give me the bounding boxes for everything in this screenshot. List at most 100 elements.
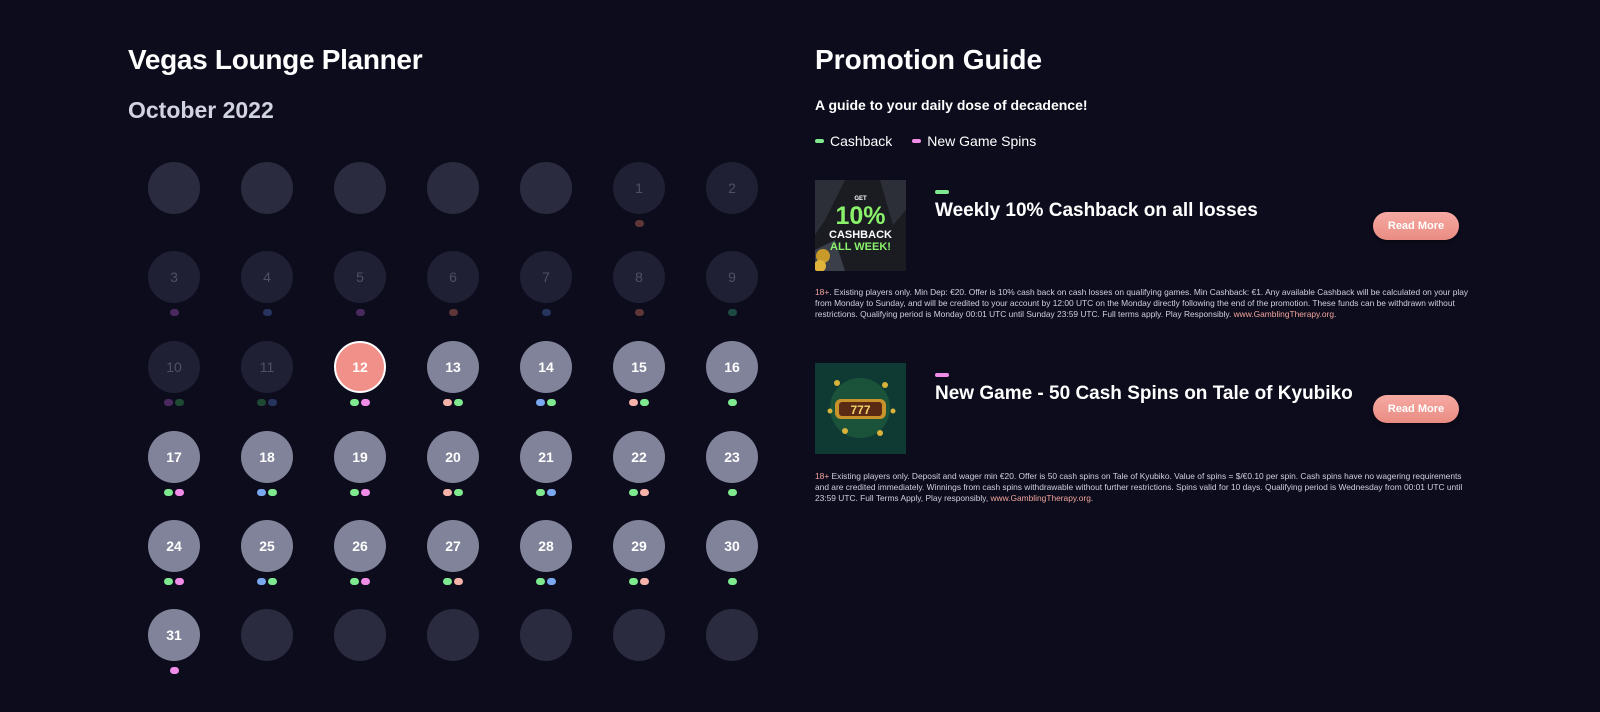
promo-dot	[350, 578, 359, 585]
promo-dot	[547, 489, 556, 496]
promo-dot	[361, 399, 370, 406]
terms-text: Existing players only. Deposit and wager…	[815, 471, 1463, 503]
terms-age-badge: 18+	[815, 287, 830, 297]
calendar-day-promo-dots	[427, 578, 479, 586]
promo-dot	[169, 667, 179, 674]
gambling-therapy-link[interactable]: www.GamblingTherapy.org	[990, 493, 1090, 503]
legend-swatch-cashback	[815, 139, 824, 143]
calendar-day-29[interactable]: 29	[613, 520, 665, 572]
calendar-day-2[interactable]: 2	[706, 162, 758, 214]
calendar-day-7[interactable]: 7	[520, 251, 572, 303]
calendar-day-5[interactable]: 5	[334, 251, 386, 303]
promo-dot	[268, 489, 277, 496]
promo-dot	[257, 399, 266, 406]
promo-title-new-game[interactable]: New Game - 50 Cash Spins on Tale of Kyub…	[935, 383, 1353, 405]
promo-dot	[454, 399, 463, 406]
promo-dot	[268, 578, 277, 585]
calendar-day-empty	[148, 162, 200, 214]
calendar-day-30[interactable]: 30	[706, 520, 758, 572]
promo-dot	[175, 489, 184, 496]
promo-image-reel: 777	[850, 403, 870, 417]
calendar-day-9[interactable]: 9	[706, 251, 758, 303]
promo-dot	[164, 399, 173, 406]
read-more-button-new-game[interactable]: Read More	[1373, 395, 1459, 423]
calendar-day-promo-dots	[613, 399, 665, 407]
calendar-day-27[interactable]: 27	[427, 520, 479, 572]
promo-dot	[541, 309, 551, 316]
legend-label-cashback: Cashback	[830, 133, 893, 149]
calendar-day-13[interactable]: 13	[427, 341, 479, 393]
calendar-day-promo-dots	[148, 399, 200, 407]
promo-image-new-game: 777	[815, 363, 906, 454]
legend-item-cashback: Cashback	[815, 133, 892, 149]
calendar-day-21[interactable]: 21	[520, 431, 572, 483]
calendar-day-17[interactable]: 17	[148, 431, 200, 483]
promo-dot	[634, 309, 644, 316]
promo-dot	[629, 578, 638, 585]
promo-title-cashback[interactable]: Weekly 10% Cashback on all losses	[935, 200, 1258, 222]
promo-dot	[454, 489, 463, 496]
promo-image-text-all-week: ALL WEEK!	[830, 241, 891, 253]
calendar-day-promo-dots	[334, 399, 386, 407]
calendar-day-promo-dots	[706, 489, 758, 497]
calendar-day-empty	[706, 609, 758, 661]
calendar-day-promo-dots	[148, 489, 200, 497]
calendar-day-promo-dots	[241, 309, 293, 317]
calendar-day-3[interactable]: 3	[148, 251, 200, 303]
promo-dot	[355, 309, 365, 316]
calendar-day-22[interactable]: 22	[613, 431, 665, 483]
calendar-day-promo-dots	[334, 309, 386, 317]
promo-dot	[727, 578, 737, 585]
calendar-day-23[interactable]: 23	[706, 431, 758, 483]
promo-image-text-cashback: CASHBACK	[829, 229, 892, 241]
calendar-day-15[interactable]: 15	[613, 341, 665, 393]
calendar-day-26[interactable]: 26	[334, 520, 386, 572]
calendar-day-18[interactable]: 18	[241, 431, 293, 483]
calendar-day-promo-dots	[148, 667, 200, 675]
calendar-day-11[interactable]: 11	[241, 341, 293, 393]
promo-image-text-percent: 10%	[835, 202, 885, 230]
promo-tag-cashback	[935, 190, 949, 194]
calendar-day-empty	[334, 162, 386, 214]
promo-tag-new-game	[935, 373, 949, 377]
calendar-day-10[interactable]: 10	[148, 341, 200, 393]
promo-dot	[727, 489, 737, 496]
calendar-day-20[interactable]: 20	[427, 431, 479, 483]
calendar-day-1[interactable]: 1	[613, 162, 665, 214]
calendar-day-promo-dots	[520, 309, 572, 317]
promo-dot	[257, 489, 266, 496]
promo-dot	[175, 399, 184, 406]
calendar-day-28[interactable]: 28	[520, 520, 572, 572]
calendar-day-19[interactable]: 19	[334, 431, 386, 483]
calendar-day-promo-dots	[241, 578, 293, 586]
promo-dot	[547, 399, 556, 406]
calendar-day-promo-dots	[427, 489, 479, 497]
gambling-therapy-link[interactable]: www.GamblingTherapy.org	[1234, 309, 1334, 319]
promo-dot	[169, 309, 179, 316]
legend-item-new-game-spins: New Game Spins	[912, 133, 1036, 149]
read-more-button-cashback[interactable]: Read More	[1373, 212, 1459, 240]
calendar-day-promo-dots	[427, 309, 479, 317]
calendar-day-31[interactable]: 31	[148, 609, 200, 661]
calendar-day-12[interactable]: 12	[334, 341, 386, 393]
calendar-day-8[interactable]: 8	[613, 251, 665, 303]
terms-age-badge: 18+	[815, 471, 830, 481]
promo-dot	[443, 578, 452, 585]
promo-dot	[536, 489, 545, 496]
promo-dot	[443, 399, 452, 406]
calendar-day-14[interactable]: 14	[520, 341, 572, 393]
promo-dot	[536, 578, 545, 585]
promo-dot	[536, 399, 545, 406]
calendar-day-4[interactable]: 4	[241, 251, 293, 303]
promo-dot	[454, 578, 463, 585]
promo-terms-cashback: 18+. Existing players only. Min Dep: €20…	[815, 287, 1475, 320]
calendar-day-24[interactable]: 24	[148, 520, 200, 572]
calendar-day-16[interactable]: 16	[706, 341, 758, 393]
promo-dot	[448, 309, 458, 316]
calendar-day-25[interactable]: 25	[241, 520, 293, 572]
planner-title: Vegas Lounge Planner	[128, 44, 423, 75]
calendar-day-promo-dots	[148, 578, 200, 586]
guide-title: Promotion Guide	[815, 44, 1043, 75]
promo-terms-new-game: 18+ Existing players only. Deposit and w…	[815, 471, 1475, 504]
calendar-day-6[interactable]: 6	[427, 251, 479, 303]
